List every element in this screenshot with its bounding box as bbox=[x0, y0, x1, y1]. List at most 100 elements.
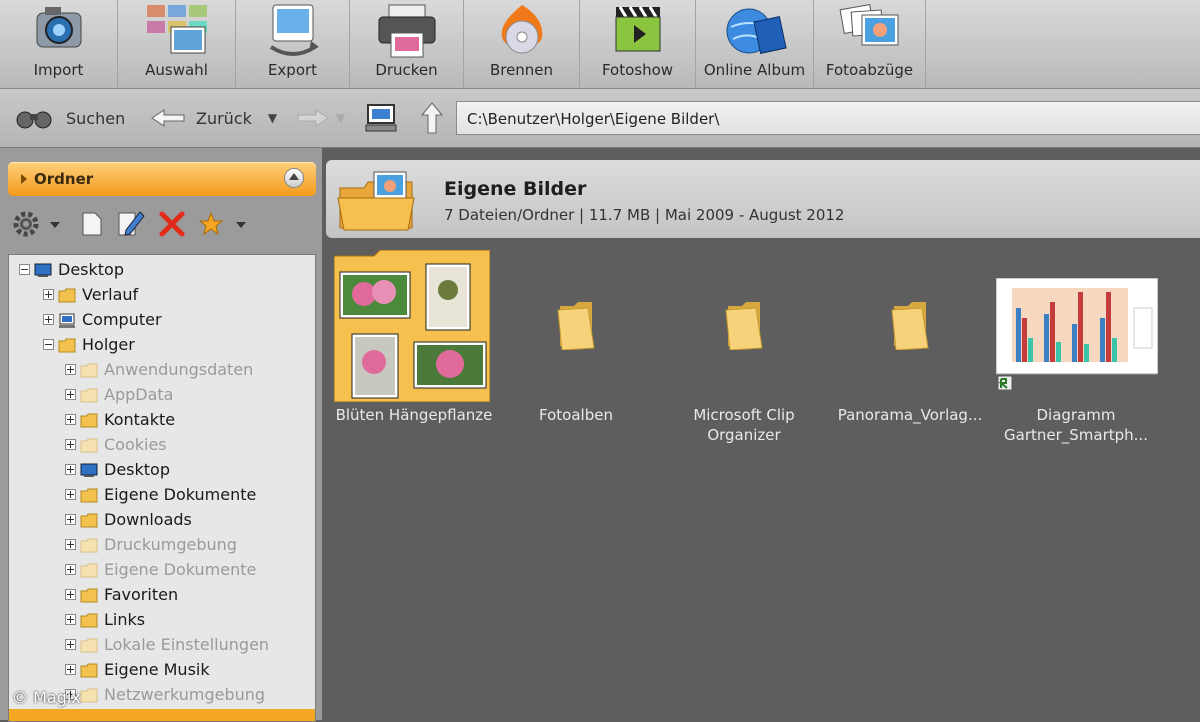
expand-toggle-icon[interactable] bbox=[65, 489, 76, 500]
tree-item-links[interactable]: Links bbox=[65, 607, 145, 632]
expand-toggle-icon[interactable] bbox=[65, 414, 76, 425]
gear-icon[interactable] bbox=[12, 210, 64, 238]
fotoshow-button[interactable]: Fotoshow bbox=[580, 0, 696, 88]
folder-icon bbox=[58, 288, 76, 302]
expand-toggle-icon[interactable] bbox=[65, 664, 76, 675]
expand-toggle-icon[interactable] bbox=[65, 514, 76, 525]
arrow-left-icon bbox=[151, 109, 185, 127]
search-label: Suchen bbox=[66, 108, 126, 128]
chart-image-thumbnail bbox=[996, 278, 1158, 390]
expand-toggle-icon[interactable] bbox=[65, 564, 76, 575]
back-button[interactable]: Zurück ▼ bbox=[150, 89, 277, 147]
fotoabzuege-label: Fotoabzüge bbox=[825, 61, 914, 79]
thumbnail-caption: Panorama_Vorlag... bbox=[837, 406, 983, 424]
drucken-button[interactable]: Drucken bbox=[350, 0, 464, 88]
tree-item-holger[interactable]: Holger bbox=[43, 332, 135, 357]
expand-toggle-icon[interactable] bbox=[65, 539, 76, 550]
folder-icon bbox=[80, 638, 98, 652]
expand-toggle-icon[interactable] bbox=[65, 389, 76, 400]
expand-toggle-icon[interactable] bbox=[43, 289, 54, 300]
back-label: Zurück bbox=[196, 108, 252, 128]
clapper-icon bbox=[615, 6, 660, 52]
tree-item-cookies[interactable]: Cookies bbox=[65, 432, 167, 457]
tree-item-selected[interactable] bbox=[9, 709, 315, 721]
navigation-bar: Suchen Zurück ▼ ▼ C:\Benutzer\Holger\Eig… bbox=[0, 89, 1200, 148]
tree-item-computer[interactable]: Computer bbox=[43, 307, 162, 332]
photo-prints-icon bbox=[839, 3, 898, 46]
expand-toggle-icon[interactable] bbox=[65, 589, 76, 600]
auswahl-button[interactable]: Auswahl bbox=[118, 0, 236, 88]
thumbnail-caption: Microsoft Clip Organizer bbox=[693, 406, 795, 444]
main-toolbar: Import Auswahl Export Drucken Brennen Fo… bbox=[0, 0, 1200, 89]
folder-toolbar bbox=[8, 204, 316, 244]
fotoshow-label: Fotoshow bbox=[601, 61, 674, 79]
tree-item-kontakte[interactable]: Kontakte bbox=[65, 407, 175, 432]
expand-toggle-icon[interactable] bbox=[65, 464, 76, 475]
tree-item-eigene-musik[interactable]: Eigene Musik bbox=[65, 657, 210, 682]
up-button[interactable] bbox=[420, 89, 444, 147]
folder-panel: Ordner Desktop Verlauf Computer Holger A… bbox=[0, 148, 322, 722]
expand-toggle-icon[interactable] bbox=[65, 639, 76, 650]
export-label: Export bbox=[267, 61, 318, 79]
drucken-label: Drucken bbox=[375, 61, 438, 79]
edit-icon[interactable] bbox=[116, 208, 146, 238]
new-document-icon[interactable] bbox=[80, 210, 104, 238]
thumbnail-item[interactable]: Blüten Hängepflanze bbox=[333, 249, 494, 424]
expand-toggle-icon[interactable] bbox=[65, 614, 76, 625]
computer-icon bbox=[365, 104, 397, 132]
tree-item-desktop[interactable]: Desktop bbox=[19, 257, 124, 282]
tree-item-desktop[interactable]: Desktop bbox=[65, 457, 170, 482]
expand-toggle-icon[interactable] bbox=[43, 314, 54, 325]
folder-icon bbox=[557, 302, 595, 350]
folder-icon bbox=[80, 688, 98, 702]
forward-button[interactable]: ▼ bbox=[296, 89, 345, 147]
computer-button[interactable] bbox=[364, 89, 398, 147]
tree-item-anwendungsdaten[interactable]: Anwendungsdaten bbox=[65, 357, 253, 382]
folder-icon bbox=[80, 613, 98, 627]
export-photo-icon bbox=[269, 4, 319, 56]
tree-item-eigene-dokumente-link[interactable]: Eigene Dokumente bbox=[65, 557, 256, 582]
collapse-toggle-icon[interactable] bbox=[19, 264, 30, 275]
folder-icon bbox=[80, 663, 98, 677]
search-button[interactable]: Suchen bbox=[14, 89, 125, 147]
folder-icon bbox=[80, 388, 98, 402]
chevron-down-icon[interactable]: ▼ bbox=[336, 111, 345, 125]
arrow-right-icon bbox=[297, 109, 329, 127]
brennen-button[interactable]: Brennen bbox=[464, 0, 580, 88]
arrow-up-icon bbox=[420, 102, 444, 134]
path-field[interactable]: C:\Benutzer\Holger\Eigene Bilder\ bbox=[456, 101, 1200, 135]
pictures-folder-icon bbox=[337, 171, 415, 231]
disc-burn-icon bbox=[501, 5, 542, 54]
import-button[interactable]: Import bbox=[0, 0, 118, 88]
expand-toggle-icon[interactable] bbox=[65, 439, 76, 450]
thumbnail-caption: Blüten Hängepflanze bbox=[335, 406, 493, 424]
tree-item-netzwerkumgebung[interactable]: Netzwerkumgebung bbox=[65, 682, 265, 707]
folder-icon bbox=[80, 488, 98, 502]
tree-item-druckumgebung[interactable]: Druckumgebung bbox=[65, 532, 237, 557]
tree-item-lokale-einstellungen[interactable]: Lokale Einstellungen bbox=[65, 632, 269, 657]
computer-icon bbox=[59, 313, 75, 328]
folder-icon bbox=[58, 338, 76, 352]
chevron-down-icon[interactable]: ▼ bbox=[268, 111, 277, 125]
folder-icon bbox=[80, 588, 98, 602]
online-album-button[interactable]: Online Album bbox=[696, 0, 814, 88]
star-icon[interactable] bbox=[198, 210, 250, 238]
content-header: Eigene Bilder 7 Dateien/Ordner | 11.7 MB… bbox=[326, 160, 1200, 238]
delete-icon[interactable] bbox=[158, 210, 186, 238]
collapse-icon[interactable] bbox=[284, 168, 304, 188]
tree-item-favoriten[interactable]: Favoriten bbox=[65, 582, 178, 607]
folder-with-photos-icon bbox=[333, 249, 491, 403]
thumbnail-caption: Diagramm Gartner_Smartph... bbox=[1004, 406, 1148, 444]
tree-item-downloads[interactable]: Downloads bbox=[65, 507, 192, 532]
folder-panel-header[interactable]: Ordner bbox=[8, 162, 316, 196]
tree-item-eigene-dokumente[interactable]: Eigene Dokumente bbox=[65, 482, 256, 507]
desktop-icon bbox=[80, 463, 98, 477]
export-button[interactable]: Export bbox=[236, 0, 350, 88]
collapse-toggle-icon[interactable] bbox=[43, 339, 54, 350]
expand-toggle-icon[interactable] bbox=[65, 364, 76, 375]
fotoabzuege-button[interactable]: Fotoabzüge bbox=[814, 0, 926, 88]
triangle-right-icon bbox=[21, 174, 27, 184]
folder-icon bbox=[80, 363, 98, 377]
tree-item-appdata[interactable]: AppData bbox=[65, 382, 173, 407]
tree-item-verlauf[interactable]: Verlauf bbox=[43, 282, 138, 307]
